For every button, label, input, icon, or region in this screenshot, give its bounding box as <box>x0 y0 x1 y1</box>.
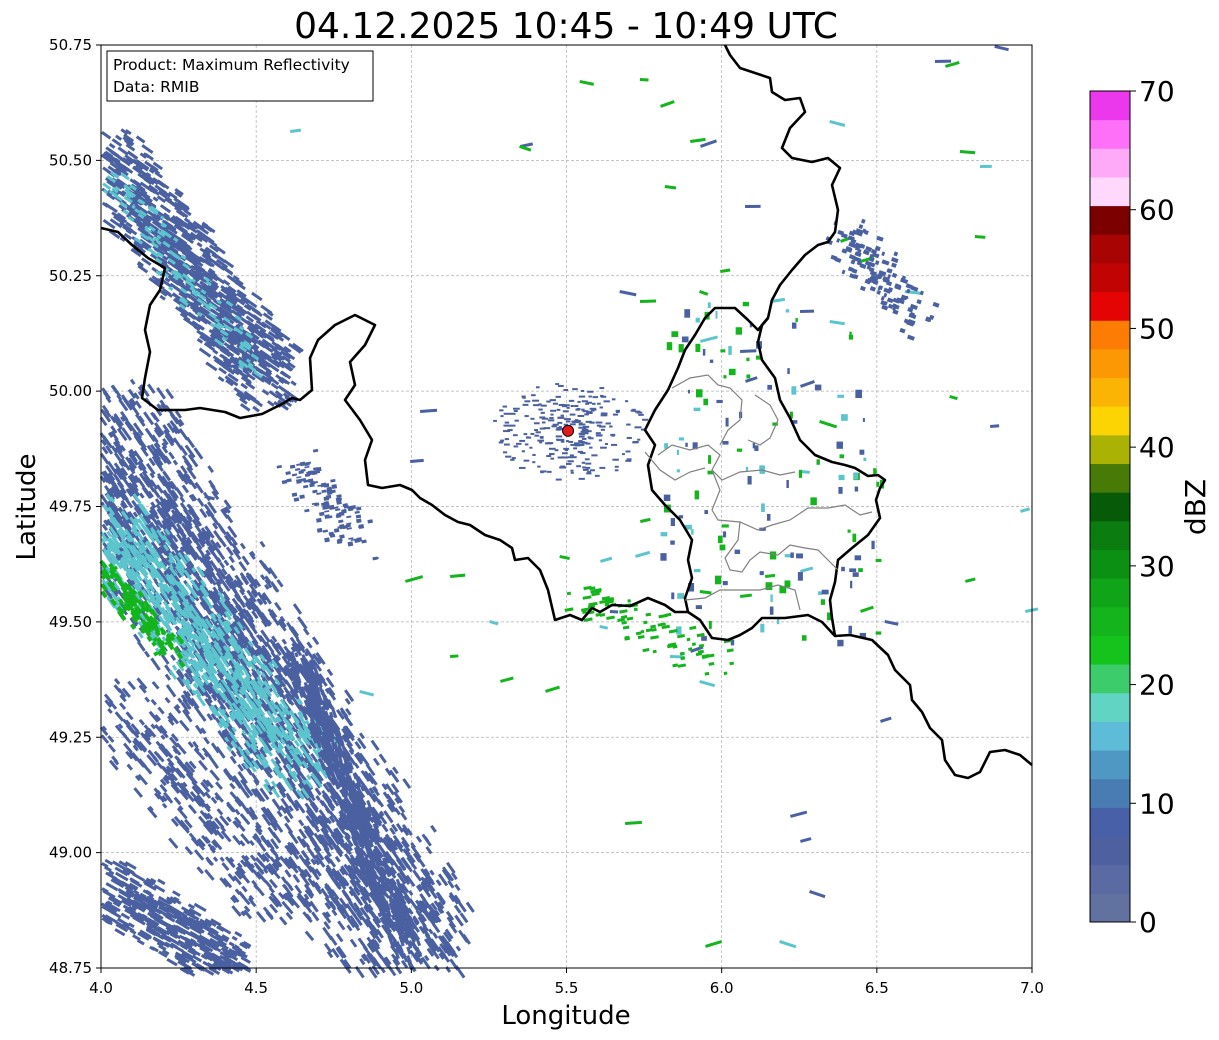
figure-title: 04.12.2025 10:45 - 10:49 UTC <box>294 6 838 47</box>
map-panel: Product: Maximum Reflectivity Data: RMIB <box>99 44 1039 979</box>
radar-figure: 04.12.2025 10:45 - 10:49 UTC Product: Ma… <box>12 6 1212 1031</box>
